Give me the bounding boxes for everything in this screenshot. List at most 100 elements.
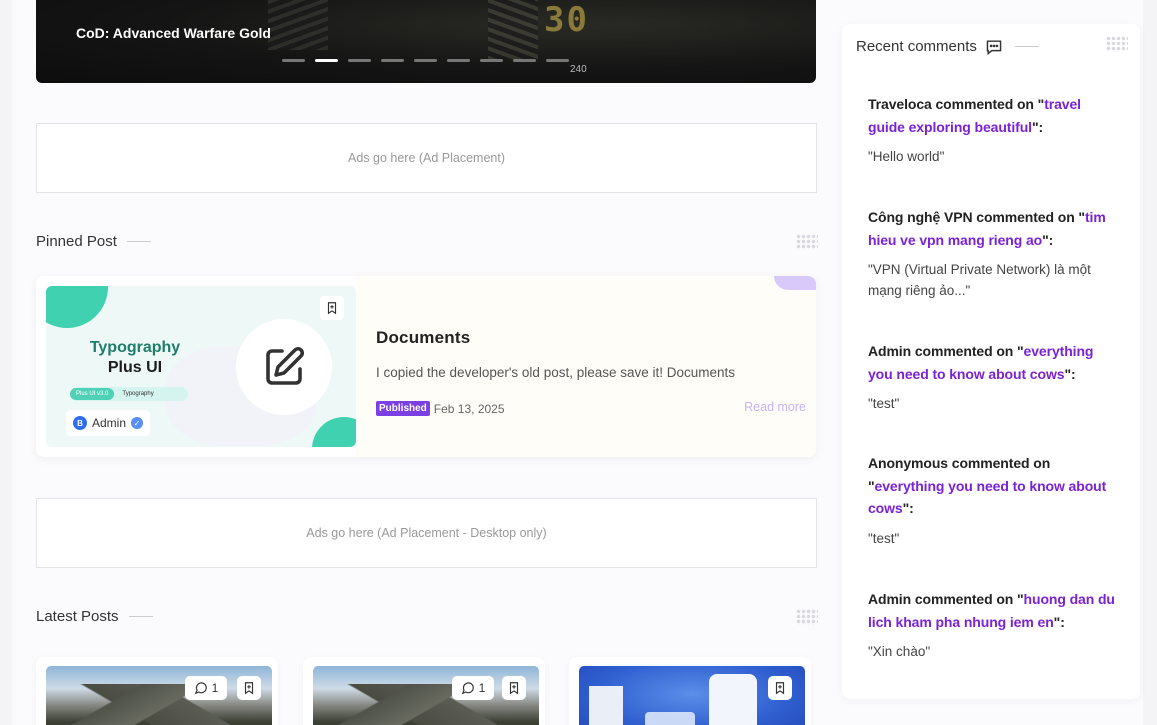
comment-icon [194, 682, 207, 695]
pinned-post-heading: Pinned Post [36, 233, 151, 250]
comment-header: Anonymous commented on "everything you n… [868, 452, 1118, 520]
featured-slider[interactable]: 30 240 CoD: Advanced Warfare Gold [36, 0, 816, 83]
read-more-link[interactable]: Read more [744, 400, 806, 414]
dots-grid-icon [796, 609, 818, 625]
comment-author: Admin [868, 591, 912, 607]
slider-dot[interactable] [546, 59, 569, 62]
dots-grid-icon [1106, 36, 1128, 52]
ad-placement-top: Ads go here (Ad Placement) [36, 123, 817, 193]
comment-text: "VPN (Virtual Private Network) là một mạ… [868, 262, 1091, 298]
heading-divider [126, 241, 151, 242]
comment-end: ": [1053, 613, 1065, 630]
bookmark-icon [327, 302, 337, 315]
hero-image-detail [488, 0, 538, 60]
slider-dot[interactable] [414, 59, 437, 62]
post-card[interactable]: 1 [303, 657, 545, 725]
recent-comments-widget: Recent comments Traveloca commented on "… [842, 24, 1140, 699]
slider-dot[interactable] [513, 59, 536, 62]
comment-header: Admin commented on "everything you need … [868, 340, 1118, 385]
comment-author: Traveloca [868, 96, 932, 112]
slider-dot[interactable] [348, 59, 371, 62]
comment-end: ": [1031, 118, 1044, 135]
author-name: Admin [92, 416, 127, 430]
comment-verb: commented on " [911, 591, 1024, 607]
pinned-post-thumbnail[interactable]: Typography Plus UI Plus UI v3.0 Typograp… [46, 286, 356, 447]
comment-text: "test" [868, 396, 900, 411]
bookmark-button[interactable] [237, 676, 261, 700]
thumb-title: Typography Plus UI [80, 338, 190, 378]
comment-count-value: 1 [478, 681, 486, 695]
comment-verb: commented on " [972, 209, 1085, 225]
comment-icon [461, 682, 474, 695]
verified-icon: ✓ [131, 417, 144, 429]
hero-image-number: 30 [544, 0, 589, 40]
slider-dot[interactable] [480, 59, 503, 62]
comment-item: Admin commented on "everything you need … [868, 340, 1118, 414]
thumb-decoration [312, 417, 356, 447]
recent-comments-title: Recent comments [856, 38, 977, 55]
post-date: Feb 13, 2025 [433, 401, 505, 416]
bookmark-icon [244, 682, 254, 695]
bookmark-button[interactable] [768, 676, 792, 700]
post-title[interactable]: Documents [376, 328, 470, 348]
comment-author: Công nghệ VPN [868, 209, 973, 225]
slider-dot-active[interactable] [315, 59, 338, 62]
bookmark-icon [509, 682, 519, 695]
thumb-pill: Typography [122, 391, 154, 397]
thumb-title-line1: Typography [89, 339, 181, 356]
comment-count-value: 1 [211, 681, 219, 695]
slider-dot[interactable] [282, 59, 305, 62]
thumb-title-line2: Plus UI [107, 359, 163, 376]
slider-dot[interactable] [381, 59, 404, 62]
thumb-detail [589, 686, 623, 725]
thumb-decoration [46, 286, 108, 328]
comment-text: "Hello world" [868, 149, 945, 164]
latest-posts-title: Latest Posts [36, 608, 119, 625]
bookmark-button[interactable] [320, 296, 344, 320]
thumb-pills: Plus UI v3.0 Typography [70, 387, 188, 401]
thumb-detail [709, 674, 757, 725]
author-avatar: B [73, 416, 87, 430]
comment-item: Công nghệ VPN commented on "tim hieu ve … [868, 206, 1118, 301]
recent-comments-heading: Recent comments [856, 38, 1039, 55]
pinned-post-title: Pinned Post [36, 233, 117, 250]
comment-header: Admin commented on "huong dan du lich kh… [868, 588, 1118, 633]
slider-dots [282, 59, 569, 62]
heading-divider [1014, 46, 1039, 47]
edit-icon [236, 319, 332, 415]
comment-item: Traveloca commented on "travel guide exp… [868, 93, 1118, 167]
hero-image-detail [268, 0, 328, 50]
comment-end: ": [1064, 365, 1076, 382]
post-card[interactable] [569, 657, 811, 725]
thumb-pill: Plus UI v3.0 [70, 388, 115, 400]
latest-posts-heading: Latest Posts [36, 608, 153, 625]
comment-end: ": [902, 500, 914, 516]
comment-count[interactable]: 1 [185, 676, 227, 700]
page-left-edge [0, 0, 12, 725]
post-card[interactable]: 1 [36, 657, 278, 725]
status-badge: Published [376, 401, 430, 416]
comment-end: ": [1042, 231, 1054, 248]
page-right-edge [1143, 0, 1157, 725]
ad-placement-desktop: Ads go here (Ad Placement - Desktop only… [36, 498, 817, 568]
thumb-detail [645, 712, 695, 725]
pinned-corner-accent [774, 276, 816, 290]
comment-header: Traveloca commented on "travel guide exp… [868, 93, 1118, 138]
post-excerpt: I copied the developer's old post, pleas… [376, 365, 736, 380]
hero-image-small-text: 240 [570, 64, 587, 75]
bookmark-icon [775, 682, 785, 695]
author-chip[interactable]: B Admin ✓ [66, 410, 151, 436]
comment-count[interactable]: 1 [452, 676, 494, 700]
comment-item: Admin commented on "huong dan du lich kh… [868, 588, 1118, 662]
comment-author: Anonymous [868, 455, 948, 471]
dots-grid-icon [796, 234, 818, 250]
bookmark-button[interactable] [502, 676, 526, 700]
comment-text: "Xin chào" [868, 644, 931, 659]
comment-text: "test" [868, 530, 900, 546]
pinned-post-card[interactable]: Typography Plus UI Plus UI v3.0 Typograp… [36, 276, 816, 457]
comment-header: Công nghệ VPN commented on "tim hieu ve … [868, 206, 1118, 251]
slide-title[interactable]: CoD: Advanced Warfare Gold [76, 25, 271, 41]
slider-dot[interactable] [447, 59, 470, 62]
post-meta: Published Feb 13, 2025 [376, 401, 505, 416]
comment-verb: commented on " [911, 343, 1024, 359]
